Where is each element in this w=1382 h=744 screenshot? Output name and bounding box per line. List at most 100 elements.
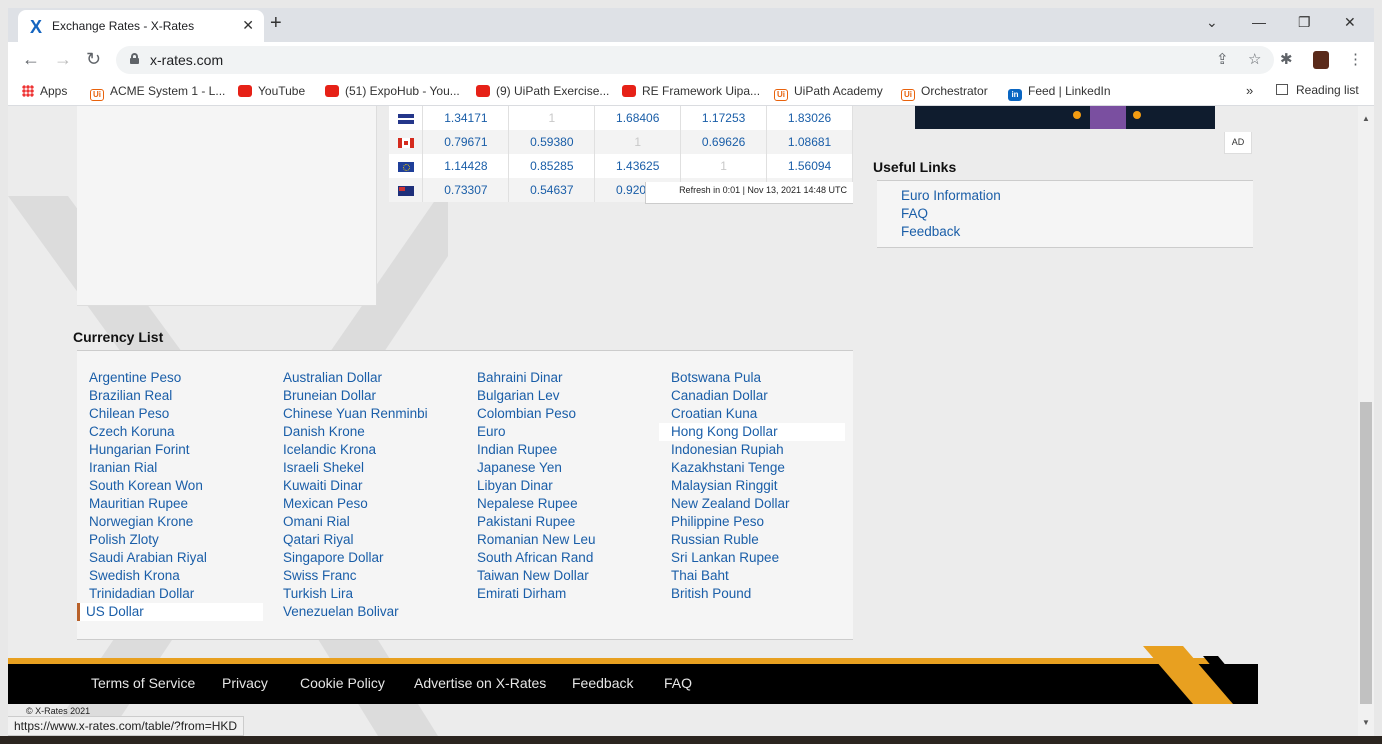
close-window-icon[interactable]: ✕ — [1344, 14, 1356, 31]
rate-cell[interactable]: 1.83026 — [766, 106, 853, 130]
currency-link[interactable]: Botswana Pula — [659, 369, 853, 387]
footer-link-terms[interactable]: Terms of Service — [91, 675, 195, 691]
footer-link-cookie-policy[interactable]: Cookie Policy — [300, 675, 385, 691]
restore-icon[interactable]: ❐ — [1298, 14, 1311, 31]
share-icon[interactable]: ⇪ — [1216, 50, 1229, 68]
footer-link-feedback[interactable]: Feedback — [572, 675, 633, 691]
rate-cell[interactable]: 1.68406 — [594, 106, 682, 130]
menu-icon[interactable]: ⋮ — [1348, 50, 1363, 68]
rate-cell[interactable]: 1.14428 — [422, 154, 510, 178]
currency-link[interactable]: South African Rand — [465, 549, 659, 567]
rate-cell[interactable]: 1.34171 — [422, 106, 510, 130]
rate-cell[interactable]: 0.69626 — [680, 130, 768, 154]
rate-cell[interactable]: 0.59380 — [508, 130, 596, 154]
currency-link[interactable]: Venezuelan Bolivar — [271, 603, 465, 621]
minimize-icon[interactable]: — — [1252, 14, 1266, 30]
currency-link[interactable]: Australian Dollar — [271, 369, 465, 387]
page-scrollbar[interactable]: ▲ ▼ — [1358, 106, 1374, 736]
currency-link[interactable]: Turkish Lira — [271, 585, 465, 603]
currency-link[interactable]: Indian Rupee — [465, 441, 659, 459]
link-feedback[interactable]: Feedback — [901, 223, 1253, 241]
currency-link[interactable]: New Zealand Dollar — [659, 495, 853, 513]
currency-link[interactable]: Qatari Riyal — [271, 531, 465, 549]
currency-link[interactable]: Saudi Arabian Riyal — [77, 549, 271, 567]
currency-link[interactable]: Omani Rial — [271, 513, 465, 531]
currency-link[interactable]: Argentine Peso — [77, 369, 271, 387]
bookmark-expohub[interactable]: (51) ExpoHub - You... — [325, 84, 460, 98]
currency-link[interactable]: Czech Koruna — [77, 423, 271, 441]
bookmark-apps[interactable]: Apps — [22, 84, 67, 98]
currency-link[interactable]: Romanian New Leu — [465, 531, 659, 549]
browser-tab[interactable]: X Exchange Rates - X-Rates ✕ — [18, 10, 264, 42]
currency-link[interactable]: Norwegian Krone — [77, 513, 271, 531]
currency-link[interactable]: Japanese Yen — [465, 459, 659, 477]
bookmark-acme[interactable]: Ui ACME System 1 - L... — [90, 84, 225, 101]
currency-link[interactable]: Kuwaiti Dinar — [271, 477, 465, 495]
currency-link[interactable]: Trinidadian Dollar — [77, 585, 271, 603]
close-tab-icon[interactable]: ✕ — [242, 17, 254, 34]
currency-link[interactable]: Philippine Peso — [659, 513, 853, 531]
currency-link[interactable]: Polish Zloty — [77, 531, 271, 549]
currency-link[interactable]: Canadian Dollar — [659, 387, 853, 405]
currency-link[interactable]: US Dollar — [77, 603, 263, 621]
url-text[interactable]: x-rates.com — [150, 52, 223, 68]
rate-cell[interactable]: 0.85285 — [508, 154, 596, 178]
bookmark-uipath-academy[interactable]: Ui UiPath Academy — [774, 84, 883, 101]
currency-link[interactable]: Mauritian Rupee — [77, 495, 271, 513]
currency-link[interactable]: Chinese Yuan Renminbi — [271, 405, 465, 423]
bookmark-youtube[interactable]: YouTube — [238, 84, 305, 98]
currency-link[interactable]: Bulgarian Lev — [465, 387, 659, 405]
rate-cell[interactable]: 0.79671 — [422, 130, 510, 154]
currency-link[interactable]: Brazilian Real — [77, 387, 271, 405]
bookmark-uipath-exercise[interactable]: (9) UiPath Exercise... — [476, 84, 609, 98]
back-icon[interactable]: ← — [22, 49, 40, 70]
footer-link-advertise[interactable]: Advertise on X-Rates — [414, 675, 546, 691]
footer-link-privacy[interactable]: Privacy — [222, 675, 268, 691]
currency-link[interactable]: British Pound — [659, 585, 853, 603]
currency-link[interactable]: Bruneian Dollar — [271, 387, 465, 405]
currency-link[interactable]: Danish Krone — [271, 423, 465, 441]
reading-list-button[interactable]: Reading list — [1276, 83, 1359, 97]
rate-cell[interactable]: 1.43625 — [594, 154, 682, 178]
rate-cell[interactable]: 0.73307 — [422, 178, 510, 202]
scroll-down-icon[interactable]: ▼ — [1362, 718, 1370, 727]
reload-icon[interactable]: ↻ — [86, 49, 101, 70]
bookmark-linkedin[interactable]: in Feed | LinkedIn — [1008, 84, 1111, 101]
tab-search-icon[interactable]: ⌄ — [1206, 14, 1218, 31]
currency-link[interactable]: Russian Ruble — [659, 531, 853, 549]
more-bookmarks-icon[interactable]: » — [1246, 83, 1253, 98]
currency-link[interactable]: Swedish Krona — [77, 567, 271, 585]
currency-link[interactable]: Pakistani Rupee — [465, 513, 659, 531]
currency-link[interactable]: Malaysian Ringgit — [659, 477, 853, 495]
currency-link[interactable]: Hungarian Forint — [77, 441, 271, 459]
currency-link[interactable]: Swiss Franc — [271, 567, 465, 585]
currency-link[interactable]: Emirati Dirham — [465, 585, 659, 603]
currency-link[interactable]: South Korean Won — [77, 477, 271, 495]
link-euro-information[interactable]: Euro Information — [901, 187, 1253, 205]
currency-link[interactable]: Taiwan New Dollar — [465, 567, 659, 585]
link-faq[interactable]: FAQ — [901, 205, 1253, 223]
bookmark-orchestrator[interactable]: Ui Orchestrator — [901, 84, 988, 101]
rate-cell[interactable]: 0.54637 — [508, 178, 596, 202]
forward-icon[interactable]: → — [54, 49, 72, 70]
scroll-thumb[interactable] — [1360, 402, 1372, 704]
currency-link[interactable]: Thai Baht — [659, 567, 853, 585]
currency-link[interactable]: Mexican Peso — [271, 495, 465, 513]
rate-cell[interactable]: 1.56094 — [766, 154, 853, 178]
currency-link[interactable]: Sri Lankan Rupee — [659, 549, 853, 567]
currency-link[interactable]: Croatian Kuna — [659, 405, 853, 423]
advertisement-banner[interactable] — [915, 106, 1215, 129]
address-bar[interactable]: x-rates.com ⇪ ☆ — [116, 46, 1274, 74]
rate-cell[interactable]: 1.17253 — [680, 106, 768, 130]
currency-link[interactable]: Indonesian Rupiah — [659, 441, 853, 459]
currency-link[interactable]: Singapore Dollar — [271, 549, 465, 567]
rate-cell[interactable]: 1.08681 — [766, 130, 853, 154]
profile-avatar[interactable] — [1313, 51, 1329, 69]
bookmark-re-framework[interactable]: RE Framework Uipa... — [622, 84, 760, 98]
bookmark-star-icon[interactable]: ☆ — [1248, 50, 1261, 68]
currency-link[interactable]: Colombian Peso — [465, 405, 659, 423]
new-tab-icon[interactable]: + — [270, 12, 282, 35]
lock-icon[interactable] — [130, 53, 139, 64]
extensions-icon[interactable]: ✱ — [1280, 50, 1293, 68]
currency-link[interactable]: Israeli Shekel — [271, 459, 465, 477]
